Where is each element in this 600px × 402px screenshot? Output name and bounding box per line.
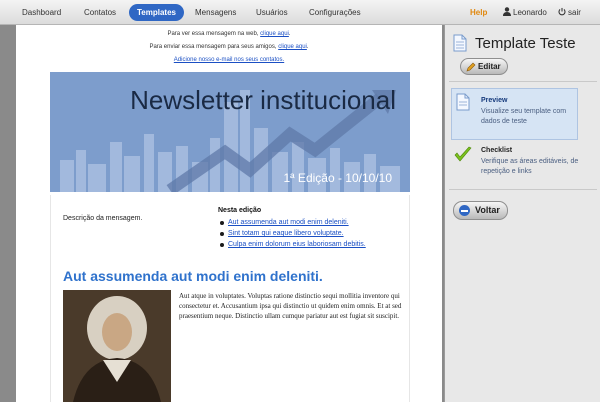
newsletter-banner: Newsletter institucional 1ª Edição - 10/… — [50, 72, 410, 192]
checklist-description: Verifique as áreas editáveis, de repetiç… — [481, 158, 579, 175]
toc-link[interactable]: Sint totam qui eaque libero voluptate. — [228, 230, 344, 237]
toc-item[interactable]: Sint totam qui eaque libero voluptate. — [218, 228, 408, 239]
banner-edition: 1ª Edição - 10/10/10 — [283, 171, 392, 185]
user-menu[interactable]: Leonardo — [495, 4, 555, 21]
panel-divider — [449, 81, 597, 82]
send-friends-link[interactable]: clique aqui — [278, 44, 307, 50]
article-text: Aut atque in voluptates. Voluptas ration… — [179, 292, 402, 320]
panel-divider — [449, 189, 597, 190]
user-icon — [503, 7, 511, 16]
power-icon — [558, 7, 566, 16]
preview-option[interactable]: Preview Visualize seu template com dados… — [451, 88, 578, 140]
logout-link[interactable]: sair — [550, 4, 589, 21]
preheader-line-friends: Para enviar essa mensagem para seus amig… — [149, 44, 309, 50]
preview-description: Visualize seu template com dados de test… — [481, 108, 567, 125]
preheader-line-contacts: Adicione nosso e-mail nos seus contatos. — [16, 57, 442, 63]
back-button[interactable]: Voltar — [453, 201, 508, 220]
toc-item[interactable]: Culpa enim dolorum eius laboriosam debit… — [218, 239, 408, 250]
toc-title: Nesta edição — [218, 207, 262, 214]
toc-list: Aut assumenda aut modi enim deleniti. Si… — [218, 217, 408, 250]
preview-title: Preview — [481, 97, 508, 104]
template-title: Template Teste — [475, 35, 576, 52]
edit-label: Editar — [478, 62, 501, 71]
nav-templates[interactable]: Templates — [129, 4, 184, 21]
back-arrow-icon — [459, 205, 470, 216]
checkmark-icon — [454, 146, 472, 162]
nav-configuracoes[interactable]: Configurações — [301, 4, 369, 21]
edit-button[interactable]: Editar — [460, 58, 508, 75]
top-nav-bar: Dashboard Contatos Templates Mensagens U… — [0, 0, 600, 25]
preheader-friends-text: Para enviar essa mensagem para seus amig… — [149, 44, 277, 50]
preheader-line-web: Para ver essa mensagem na web, clique aq… — [167, 31, 291, 37]
message-description: Descrição da mensagem. — [63, 215, 143, 222]
portrait-image — [63, 290, 171, 402]
newsletter-body: Descrição da mensagem. Nesta edição Aut … — [50, 195, 410, 402]
preview-document-icon — [456, 93, 470, 111]
user-name: Leonardo — [513, 8, 547, 17]
add-contacts-link[interactable]: Adicione nosso e-mail nos seus contatos. — [174, 57, 284, 63]
nav-mensagens[interactable]: Mensagens — [187, 4, 244, 21]
toc-link[interactable]: Aut assumenda aut modi enim deleniti. — [228, 219, 349, 226]
toc-link[interactable]: Culpa enim dolorum eius laboriosam debit… — [228, 241, 366, 248]
pencil-icon — [466, 62, 476, 72]
nav-contatos[interactable]: Contatos — [76, 4, 124, 21]
nav-usuarios[interactable]: Usuários — [248, 4, 296, 21]
portrait-graphic — [63, 290, 171, 402]
document-icon — [453, 34, 467, 52]
nav-dashboard[interactable]: Dashboard — [14, 4, 69, 21]
banner-title: Newsletter institucional — [130, 85, 396, 115]
help-link[interactable]: Help — [462, 4, 495, 21]
checklist-title[interactable]: Checklist — [481, 147, 512, 154]
newsletter-preview: Para ver essa mensagem na web, clique aq… — [16, 25, 442, 402]
template-side-panel: Template Teste Editar Preview Visualize … — [444, 25, 600, 402]
logout-label: sair — [568, 8, 581, 17]
toc-item[interactable]: Aut assumenda aut modi enim deleniti. — [218, 217, 408, 228]
preheader-web-text: Para ver essa mensagem na web, — [167, 31, 259, 37]
article-title: Aut assumenda aut modi enim deleniti. — [63, 268, 323, 284]
view-web-link[interactable]: clique aqui — [260, 31, 289, 37]
back-label: Voltar — [475, 205, 500, 215]
